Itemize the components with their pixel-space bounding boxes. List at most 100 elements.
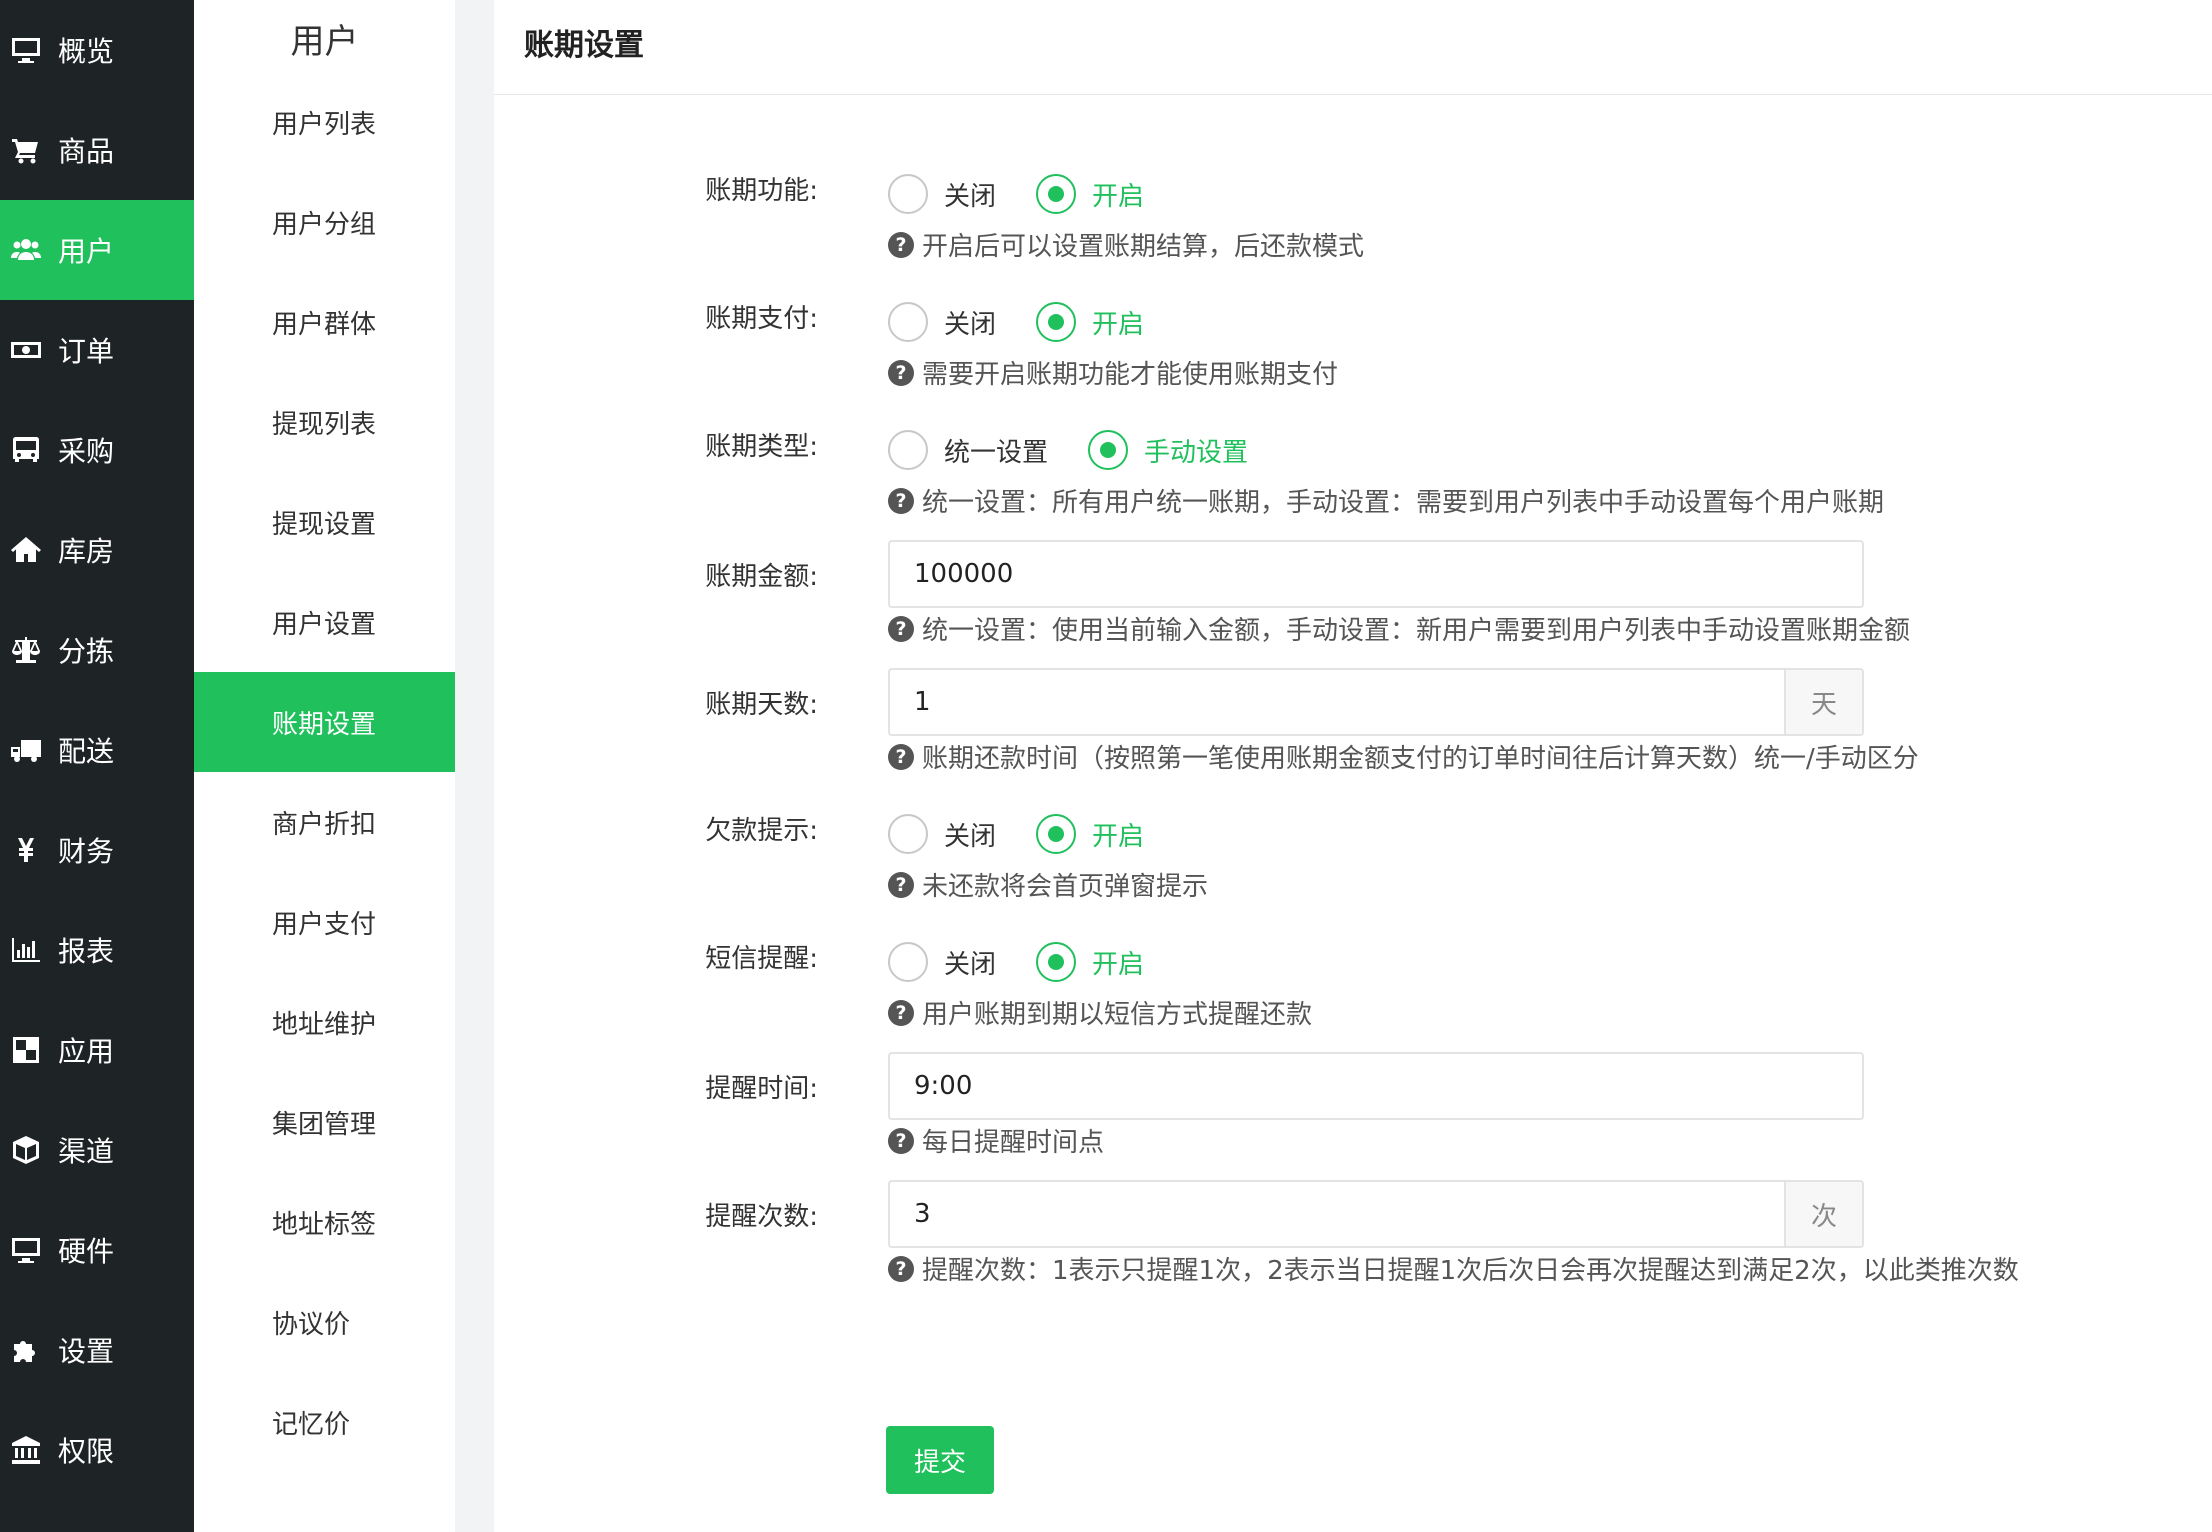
nav-item-label: 配送	[58, 735, 115, 768]
question-circle-icon: ?	[888, 1255, 914, 1282]
credit-type-manual-radio[interactable]: 手动设置	[1088, 430, 1248, 470]
credit-function-on-radio[interactable]: 开启	[1036, 174, 1144, 214]
radio-label: 开启	[1092, 949, 1145, 980]
radio-label: 手动设置	[1144, 437, 1249, 468]
scale-icon	[8, 632, 44, 668]
nav-item-label: 硬件	[58, 1235, 115, 1268]
nav-item-orders[interactable]: 订单	[0, 300, 194, 400]
nav-item-apps[interactable]: 应用	[0, 1000, 194, 1100]
sms-reminder-off-radio[interactable]: 关闭	[888, 942, 996, 982]
radio-circle	[888, 814, 928, 854]
credit-function-off-radio[interactable]: 关闭	[888, 174, 996, 214]
radio-label: 关闭	[944, 949, 997, 980]
nav-item-label: 库房	[58, 535, 115, 568]
arrears-notice-off-radio[interactable]: 关闭	[888, 814, 996, 854]
submenu-item-address-tags[interactable]: 地址标签	[194, 1172, 455, 1272]
submenu-item-group-management[interactable]: 集团管理	[194, 1072, 455, 1172]
submenu-item-withdraw-list[interactable]: 提现列表	[194, 372, 455, 472]
nav-item-sorting[interactable]: 分拣	[0, 600, 194, 700]
nav-item-products[interactable]: 商品	[0, 100, 194, 200]
credit-amount-input[interactable]	[888, 540, 1864, 608]
radio-circle	[1036, 942, 1077, 982]
question-circle-icon: ?	[888, 871, 914, 898]
credit-type-unified-radio[interactable]: 统一设置	[888, 430, 1048, 470]
nav-item-settings[interactable]: 设置	[0, 1300, 194, 1400]
submenu-item-user-groups[interactable]: 用户分组	[194, 172, 455, 272]
radio-circle	[888, 942, 928, 982]
credit-type-radios: 统一设置 手动设置	[888, 430, 1288, 470]
help-text: 账期还款时间（按照第一笔使用账期金额支付的订单时间往后计算天数）统一/手动区分	[922, 744, 1919, 774]
nav-item-overview[interactable]: 概览	[0, 0, 194, 100]
credit-payment-off-radio[interactable]: 关闭	[888, 302, 996, 342]
nav-item-purchase[interactable]: 采购	[0, 400, 194, 500]
nav-item-users[interactable]: 用户	[0, 200, 194, 300]
radio-label: 统一设置	[944, 437, 1049, 468]
nav-item-permissions[interactable]: 权限	[0, 1400, 194, 1500]
reminder-count-input[interactable]	[888, 1180, 1784, 1248]
radio-circle	[888, 174, 928, 214]
submenu-item-memory-price[interactable]: 记忆价	[194, 1372, 455, 1472]
credit-amount-label: 账期金额:	[705, 562, 818, 592]
help-text: 需要开启账期功能才能使用账期支付	[922, 360, 1339, 390]
apps-icon	[8, 1032, 44, 1068]
credit-function-help: ? 开启后可以设置账期结算，后还款模式	[888, 226, 1364, 263]
nav-item-channels[interactable]: 渠道	[0, 1100, 194, 1200]
nav-item-label: 财务	[58, 835, 115, 868]
nav-item-finance[interactable]: 财务	[0, 800, 194, 900]
reminder-time-label: 提醒时间:	[705, 1074, 818, 1104]
question-circle-icon: ?	[888, 743, 914, 770]
main-nav-rail: 概览 商品 用户 订单 采购 库房 分拣 配送 财务 报表 应用 渠道 硬件 设…	[0, 0, 194, 1532]
page-title: 账期设置	[524, 28, 644, 63]
credit-type-label: 账期类型:	[705, 432, 818, 462]
credit-payment-help: ? 需要开启账期功能才能使用账期支付	[888, 354, 1338, 391]
credit-days-input[interactable]	[888, 668, 1784, 736]
submenu-title: 用户	[290, 22, 359, 62]
submenu-item-user-settings[interactable]: 用户设置	[194, 572, 455, 672]
credit-payment-on-radio[interactable]: 开启	[1036, 302, 1144, 342]
radio-label: 关闭	[944, 181, 997, 212]
radio-circle	[888, 302, 928, 342]
reminder-time-input[interactable]	[888, 1052, 1864, 1120]
arrears-notice-on-radio[interactable]: 开启	[1036, 814, 1144, 854]
radio-label: 开启	[1092, 821, 1145, 852]
nav-item-label: 报表	[58, 935, 115, 968]
arrears-notice-help: ? 未还款将会首页弹窗提示	[888, 866, 1208, 903]
credit-function-radios: 关闭 开启	[888, 174, 1184, 214]
nav-item-delivery[interactable]: 配送	[0, 700, 194, 800]
bank-icon	[8, 1432, 44, 1468]
home-icon	[8, 532, 44, 568]
credit-payment-radios: 关闭 开启	[888, 302, 1184, 342]
nav-item-warehouse[interactable]: 库房	[0, 500, 194, 600]
nav-item-label: 订单	[58, 335, 115, 368]
money-icon	[8, 332, 44, 368]
help-text: 每日提醒时间点	[922, 1128, 1105, 1158]
question-circle-icon: ?	[888, 231, 914, 258]
submit-button[interactable]: 提交	[886, 1426, 994, 1494]
monitor-icon	[8, 32, 44, 68]
question-circle-icon: ?	[888, 615, 914, 642]
days-unit-addon: 天	[1784, 668, 1864, 736]
credit-payment-label: 账期支付:	[705, 304, 818, 334]
submenu-item-withdraw-settings[interactable]: 提现设置	[194, 472, 455, 572]
reminder-count-help: ? 提醒次数：1表示只提醒1次，2表示当日提醒1次后次日会再次提醒达到满足2次，以…	[888, 1250, 2019, 1287]
nav-item-reports[interactable]: 报表	[0, 900, 194, 1000]
submenu-item-credit-settings[interactable]: 账期设置	[194, 672, 455, 772]
question-circle-icon: ?	[888, 999, 914, 1026]
submenu-item-merchant-discount[interactable]: 商户折扣	[194, 772, 455, 872]
submenu-item-agreement-price[interactable]: 协议价	[194, 1272, 455, 1372]
submenu-item-address-maintenance[interactable]: 地址维护	[194, 972, 455, 1072]
sms-reminder-help: ? 用户账期到期以短信方式提醒还款	[888, 994, 1312, 1031]
submenu-item-user-list[interactable]: 用户列表	[194, 72, 455, 172]
bus-icon	[8, 432, 44, 468]
bar-chart-icon	[8, 932, 44, 968]
yen-icon	[8, 832, 44, 868]
nav-item-label: 权限	[58, 1435, 115, 1468]
arrears-notice-label: 欠款提示:	[705, 816, 818, 846]
submenu-item-user-segments[interactable]: 用户群体	[194, 272, 455, 372]
radio-circle	[888, 430, 928, 470]
submenu-item-user-payment[interactable]: 用户支付	[194, 872, 455, 972]
credit-function-label: 账期功能:	[705, 176, 818, 206]
nav-item-hardware[interactable]: 硬件	[0, 1200, 194, 1300]
sms-reminder-on-radio[interactable]: 开启	[1036, 942, 1144, 982]
users-icon	[8, 232, 44, 268]
